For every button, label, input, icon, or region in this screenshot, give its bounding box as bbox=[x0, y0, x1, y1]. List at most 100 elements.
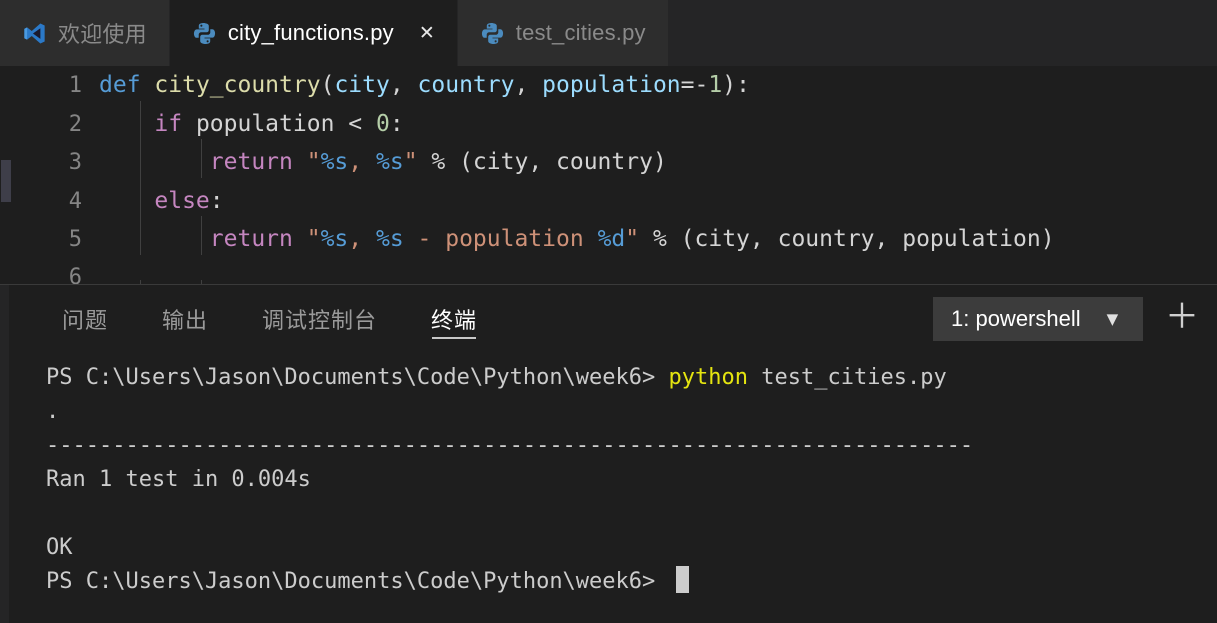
vscode-logo-icon bbox=[24, 23, 45, 43]
panel-tab-label: 输出 bbox=[162, 308, 209, 333]
tab-label: test_cities.py bbox=[515, 20, 646, 45]
terminal-command-args: test_cities.py bbox=[748, 365, 947, 390]
panel-tab-label: 终端 bbox=[431, 308, 478, 333]
indent-guide bbox=[201, 216, 202, 255]
token-function-name: city_country bbox=[154, 72, 321, 98]
terminal-line: Ran 1 test in 0.004s bbox=[46, 467, 311, 492]
tab-bar-empty-space bbox=[668, 0, 1217, 66]
token-format-spec: %s bbox=[375, 226, 404, 253]
panel-tab-list: 问题 输出 调试控制台 终端 bbox=[62, 285, 477, 353]
panel-actions: 1: powershell ▼ ＋ bbox=[933, 297, 1199, 341]
code-line: 3 return "%s, %s" % (city, country) bbox=[0, 139, 1217, 182]
indent-guide bbox=[140, 177, 141, 217]
token-param: population bbox=[542, 72, 681, 98]
terminal-prompt: PS C:\Users\Jason\Documents\Code\Python\… bbox=[46, 365, 669, 390]
panel-tab-label: 问题 bbox=[62, 308, 109, 333]
token-keyword: return bbox=[209, 149, 293, 176]
terminal-line: PS C:\Users\Jason\Documents\Code\Python\… bbox=[46, 361, 1217, 395]
panel-header: 问题 输出 调试控制台 终端 1: powershell ▼ ＋ bbox=[0, 285, 1217, 353]
line-number: 1 bbox=[68, 73, 82, 98]
token-string: - population bbox=[403, 226, 598, 253]
code-content: 1 def city_country(city, country, popula… bbox=[0, 66, 1217, 284]
terminal-separator-line: ----------------------------------------… bbox=[46, 433, 974, 458]
code-line: 1 def city_country(city, country, popula… bbox=[0, 66, 1217, 105]
token-equals: = bbox=[680, 72, 695, 98]
code-editor[interactable]: 1 def city_country(city, country, popula… bbox=[0, 66, 1217, 284]
terminal-prompt: PS C:\Users\Jason\Documents\Code\Python\… bbox=[46, 569, 669, 594]
token-keyword: def bbox=[99, 72, 141, 98]
terminal-command: python bbox=[668, 365, 749, 390]
token-colon: : bbox=[389, 110, 404, 137]
panel-tab-problems[interactable]: 问题 bbox=[62, 285, 108, 353]
panel-tab-terminal[interactable]: 终端 bbox=[431, 285, 477, 353]
code-line: 4 else: bbox=[0, 177, 1217, 221]
indent-guide bbox=[140, 216, 141, 255]
tab-city-functions-py[interactable]: city_functions.py ✕ bbox=[169, 0, 458, 66]
token-keyword: else bbox=[154, 187, 210, 214]
token-colon: : bbox=[209, 187, 224, 214]
terminal-selector-dropdown[interactable]: 1: powershell ▼ bbox=[933, 297, 1143, 341]
code-line: 2 if population < 0: bbox=[0, 100, 1217, 144]
token-param: city bbox=[334, 72, 390, 98]
terminal-selector-value: 1: powershell bbox=[951, 306, 1081, 331]
token-comma: , bbox=[389, 72, 418, 98]
python-file-icon bbox=[481, 22, 503, 44]
line-text: def city_country(city, country, populati… bbox=[96, 66, 1217, 105]
indent-guide bbox=[201, 139, 202, 178]
token-expr: % (city, country) bbox=[417, 149, 667, 176]
terminal-line: . bbox=[46, 399, 60, 424]
terminal-line: OK bbox=[46, 535, 73, 560]
token-keyword: return bbox=[209, 226, 293, 253]
token-format-spec: %d bbox=[597, 226, 626, 253]
editor-vertical-scrollbar[interactable] bbox=[0, 66, 12, 284]
token-keyword: if bbox=[154, 110, 183, 137]
token-string: , bbox=[348, 226, 376, 253]
token-string: , bbox=[348, 149, 376, 176]
line-number: 6 bbox=[68, 264, 82, 284]
code-line: 5 return "%s, %s - population %d" % (cit… bbox=[0, 216, 1217, 259]
token-param: country bbox=[417, 72, 515, 98]
token-string-quote: " bbox=[292, 226, 321, 253]
line-number: 2 bbox=[68, 111, 82, 137]
token-paren: ( bbox=[320, 72, 335, 98]
tab-label: 欢迎使用 bbox=[58, 22, 147, 47]
token-close-paren: ): bbox=[722, 72, 750, 98]
line-number: 5 bbox=[68, 227, 82, 253]
terminal-cursor bbox=[675, 566, 689, 593]
tab-welcome[interactable]: 欢迎使用 bbox=[0, 0, 170, 66]
indent-guide bbox=[140, 100, 141, 140]
chevron-down-icon: ▼ bbox=[1106, 309, 1119, 328]
editor-tab-bar: 欢迎使用 city_functions.py ✕ test_cities.py bbox=[0, 0, 1217, 66]
token-variable: population bbox=[182, 110, 349, 137]
terminal-line: PS C:\Users\Jason\Documents\Code\Python\… bbox=[46, 565, 1217, 599]
tab-close-icon[interactable]: ✕ bbox=[419, 23, 435, 43]
token-number: 0 bbox=[375, 110, 390, 137]
line-text: return "%s, %s - population %d" % (city,… bbox=[96, 216, 1217, 259]
vscode-window: 欢迎使用 city_functions.py ✕ test_cities.py bbox=[0, 0, 1217, 623]
token-expr: % (city, country, population) bbox=[639, 226, 1055, 253]
token-format-spec: %s bbox=[320, 226, 349, 253]
add-terminal-icon[interactable]: ＋ bbox=[1165, 300, 1199, 338]
tab-label: city_functions.py bbox=[227, 20, 394, 45]
panel-tab-output[interactable]: 输出 bbox=[162, 285, 208, 353]
token-operator: < bbox=[348, 110, 376, 137]
line-text: else: bbox=[96, 177, 1217, 221]
token-string-quote: " bbox=[292, 149, 321, 176]
panel-tab-debug-console[interactable]: 调试控制台 bbox=[262, 285, 377, 353]
line-text: if population < 0: bbox=[96, 100, 1217, 144]
indent-guide bbox=[140, 139, 141, 178]
terminal-output[interactable]: PS C:\Users\Jason\Documents\Code\Python\… bbox=[0, 353, 1217, 623]
line-text: return "%s, %s" % (city, country) bbox=[96, 139, 1217, 182]
token-string-quote: " bbox=[625, 226, 640, 253]
tab-test-cities-py[interactable]: test_cities.py bbox=[457, 0, 669, 66]
code-line: 6 bbox=[0, 259, 1217, 284]
line-number: 3 bbox=[68, 150, 82, 176]
panel-tab-label: 调试控制台 bbox=[262, 308, 378, 333]
panel-left-edge bbox=[0, 285, 9, 623]
token-format-spec: %s bbox=[375, 149, 404, 176]
token-format-spec: %s bbox=[320, 149, 349, 176]
token-comma: , bbox=[514, 72, 543, 98]
editor-scrollbar-thumb[interactable] bbox=[1, 160, 11, 202]
